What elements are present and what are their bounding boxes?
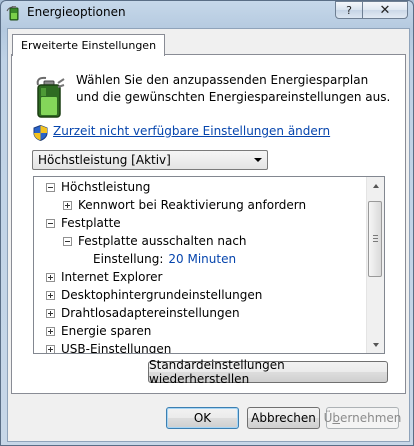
title-bar[interactable]: Energieoptionen ? ✕ [1,1,413,27]
tree-row-festplatte[interactable]: Festplatte [46,214,121,232]
chevron-down-icon [254,158,262,162]
tab-label: Erweiterte Einstellungen [21,39,157,52]
tree-row-hoechstleistung[interactable]: Höchstleistung [46,178,150,196]
restore-defaults-button[interactable]: Standardeinstellungen wiederherstellen [148,358,388,386]
tree-row-festplatte-ausschalten[interactable]: Festplatte ausschalten nach [63,232,247,250]
plus-expander-icon[interactable] [46,344,55,353]
ok-label: OK [193,411,212,425]
ok-button[interactable]: OK [166,407,239,429]
chevron-down-icon [372,342,379,347]
minus-expander-icon[interactable] [63,236,72,246]
plus-expander-icon[interactable] [46,308,55,318]
cancel-button[interactable]: Abbrechen [247,407,320,429]
tree-row-password[interactable]: Kennwort bei Reaktivierung anfordern [63,196,306,214]
tab-advanced-settings[interactable]: Erweiterte Einstellungen [12,34,166,56]
scroll-up-button[interactable] [367,177,384,194]
cancel-label: Abbrechen [251,411,316,425]
battery-plug-icon [6,5,22,21]
grip-line [373,235,378,236]
power-plan-select[interactable]: Höchstleistung [Aktiv] [32,150,268,170]
tree-row-label: Internet Explorer [61,270,163,284]
tree-row-usb[interactable]: USB-Einstellungen [46,340,171,353]
tree-row-label: Drahtlosadaptereinstellungen [61,306,240,320]
settings-tree[interactable]: Höchstleistung Kennwort bei Reaktivierun… [33,176,385,354]
tab-panel: Wählen Sie den anzupassenden Energiespar… [11,54,406,394]
tree-row-label: USB-Einstellungen [61,342,172,353]
restore-defaults-label: Standardeinstellungen wiederherstellen [149,358,285,386]
minus-expander-icon[interactable] [46,182,55,192]
apply-label-suffix: ernehmen [340,411,402,425]
grip-line [373,238,378,239]
tree-scrollbar[interactable] [366,177,384,353]
plus-expander-icon[interactable] [63,200,72,210]
chevron-up-icon [372,183,379,188]
tree-row-label: Einstellung: [93,252,164,266]
minus-expander-icon[interactable] [46,218,55,228]
scroll-down-button[interactable] [367,336,384,353]
plus-expander-icon[interactable] [46,326,55,336]
tree-row-label: Energie sparen [61,324,152,338]
tree-row-label: Kennwort bei Reaktivierung anfordern [78,198,307,212]
tree-row-label: Höchstleistung [61,180,151,194]
grip-line [373,241,378,242]
window-title: Energieoptionen [27,5,126,19]
settings-tree-content: Höchstleistung Kennwort bei Reaktivierun… [34,177,366,353]
tree-row-label: Desktophintergrundeinstellungen [61,288,263,302]
tree-row-wireless-adapter[interactable]: Drahtlosadaptereinstellungen [46,304,240,322]
description-text: Wählen Sie den anzupassenden Energiespar… [76,73,391,104]
close-icon: ✕ [379,2,391,18]
apply-label: Übernehmen [324,411,402,425]
uac-shield-icon [33,124,48,142]
plus-expander-icon[interactable] [46,272,55,282]
battery-icon [32,75,68,119]
tree-row-internet-explorer[interactable]: Internet Explorer [46,268,162,286]
plus-expander-icon[interactable] [46,290,55,300]
power-options-window: Energieoptionen ? ✕ Erweiterte Einstellu… [0,0,414,446]
tree-row-label: Festplatte [61,216,121,230]
tree-row-label: Festplatte ausschalten nach [78,234,247,248]
close-button[interactable]: ✕ [362,1,408,19]
setting-value-link[interactable]: 20 Minuten [168,252,236,266]
help-button[interactable]: ? [335,1,363,19]
dialog-body: Erweiterte Einstellungen Wählen Sie den … [7,28,410,442]
tree-row-einstellung[interactable]: Einstellung: 20 Minuten [93,250,236,268]
power-plan-value: Höchstleistung [Aktiv] [38,153,171,167]
apply-label-accesskey: b [332,411,341,425]
tree-row-energie-sparen[interactable]: Energie sparen [46,322,151,340]
help-icon: ? [346,3,352,17]
scroll-thumb[interactable] [368,201,382,277]
tree-row-desktop-background[interactable]: Desktophintergrundeinstellungen [46,286,262,304]
apply-button[interactable]: Übernehmen [324,407,402,429]
change-unavailable-settings-link[interactable]: Zurzeit nicht verfügbare Einstellungen ä… [53,124,330,138]
